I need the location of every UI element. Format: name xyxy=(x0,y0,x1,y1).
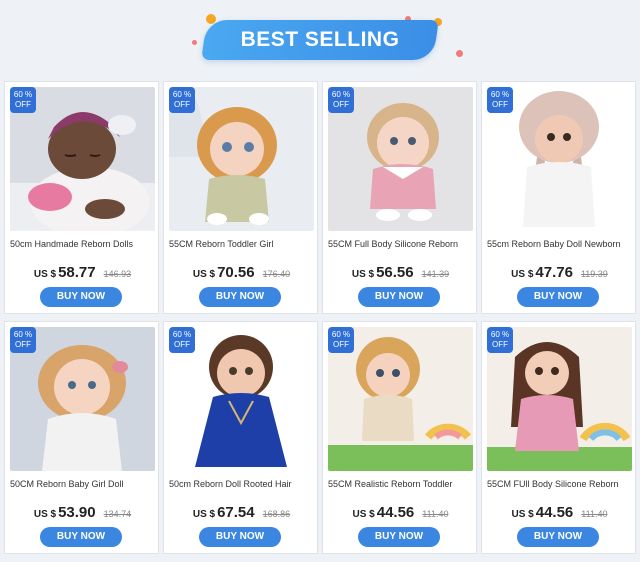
product-card[interactable]: 60 % OFF 55CM Reborn Toddler Girl US $70.… xyxy=(163,81,318,314)
product-title[interactable]: 55CM FUll Body Silicone Reborn xyxy=(487,479,635,493)
currency-label: US $ xyxy=(192,509,216,520)
product-title[interactable]: 55CM Full Body Silicone Reborn xyxy=(328,239,476,253)
decor-dot xyxy=(192,40,197,45)
price-row: US $44.56 111.40 xyxy=(482,504,637,524)
product-card[interactable]: 60 % OFF 55CM FUll Body Silicone Reborn U… xyxy=(481,321,636,554)
sale-price: 44.56 xyxy=(535,504,574,521)
product-card[interactable]: 60 % OFF 50cm Reborn Doll Rooted Hair US … xyxy=(163,321,318,554)
original-price: 176.40 xyxy=(262,269,291,279)
currency-label: US $ xyxy=(33,269,57,280)
sale-price: 67.54 xyxy=(217,504,255,521)
price-row: US $67.54 168.86 xyxy=(164,504,319,524)
sale-price: 47.76 xyxy=(535,264,573,281)
buy-now-button[interactable]: BUY NOW xyxy=(199,527,281,547)
sale-price: 70.56 xyxy=(217,264,255,281)
product-title[interactable]: 55cm Reborn Baby Doll Newborn xyxy=(487,239,635,253)
product-title[interactable]: 50cm Handmade Reborn Dolls xyxy=(10,239,158,253)
currency-label: US $ xyxy=(351,269,375,280)
original-price: 168.86 xyxy=(262,509,291,519)
discount-badge: 60 % OFF xyxy=(10,327,36,353)
buy-now-button[interactable]: BUY NOW xyxy=(358,527,440,547)
price-row: US $47.76 119.39 xyxy=(482,264,637,284)
product-card[interactable]: 60 % OFF 55cm Reborn Baby Doll Newborn US… xyxy=(481,81,636,314)
price-row: US $53.90 134.74 xyxy=(5,504,160,524)
price-row: US $44.56 111.40 xyxy=(323,504,478,524)
original-price: 146.93 xyxy=(103,269,132,279)
product-card[interactable]: 60 % OFF 50cm Handmade Reborn Dolls US $5… xyxy=(4,81,159,314)
discount-badge: 60 % OFF xyxy=(169,87,195,113)
currency-label: US $ xyxy=(352,509,375,520)
original-price: 111.40 xyxy=(581,509,608,519)
currency-label: US $ xyxy=(33,509,57,520)
discount-badge: 60 % OFF xyxy=(10,87,36,113)
currency-label: US $ xyxy=(511,269,534,280)
discount-badge: 60 % OFF xyxy=(328,87,354,113)
currency-label: US $ xyxy=(511,509,534,520)
product-card[interactable]: 60 % OFF 50CM Reborn Baby Girl Doll US $5… xyxy=(4,321,159,554)
product-title[interactable]: 55CM Realistic Reborn Toddler xyxy=(328,479,476,493)
page-title: BEST SELLING xyxy=(240,28,400,51)
sale-price: 58.77 xyxy=(58,264,96,281)
buy-now-button[interactable]: BUY NOW xyxy=(517,527,599,547)
buy-now-button[interactable]: BUY NOW xyxy=(40,527,122,547)
sale-price: 44.56 xyxy=(376,504,415,521)
original-price: 134.74 xyxy=(103,509,132,519)
buy-now-button[interactable]: BUY NOW xyxy=(199,287,281,307)
discount-badge: 60 % OFF xyxy=(169,327,195,353)
original-price: 111.40 xyxy=(422,509,449,519)
buy-now-button[interactable]: BUY NOW xyxy=(40,287,122,307)
product-grid: 60 % OFF 50cm Handmade Reborn Dolls US $5… xyxy=(4,81,636,559)
product-card[interactable]: 60 % OFF 55CM Full Body Silicone Reborn U… xyxy=(322,81,477,314)
best-selling-header: BEST SELLING xyxy=(0,0,640,76)
decor-dot xyxy=(456,50,463,57)
sale-price: 53.90 xyxy=(58,504,96,521)
discount-badge: 60 % OFF xyxy=(487,327,513,353)
product-title[interactable]: 50cm Reborn Doll Rooted Hair xyxy=(169,479,317,493)
buy-now-button[interactable]: BUY NOW xyxy=(358,287,440,307)
product-title[interactable]: 55CM Reborn Toddler Girl xyxy=(169,239,317,253)
discount-badge: 60 % OFF xyxy=(328,327,354,353)
buy-now-button[interactable]: BUY NOW xyxy=(517,287,599,307)
original-price: 141.39 xyxy=(421,269,450,279)
currency-label: US $ xyxy=(192,269,216,280)
sale-price: 56.56 xyxy=(376,264,414,281)
product-card[interactable]: 60 % OFF 55CM Realistic Reborn Toddler US… xyxy=(322,321,477,554)
price-row: US $58.77 146.93 xyxy=(5,264,160,284)
product-title[interactable]: 50CM Reborn Baby Girl Doll xyxy=(10,479,158,493)
price-row: US $56.56 141.39 xyxy=(323,264,478,284)
price-row: US $70.56 176.40 xyxy=(164,264,319,284)
original-price: 119.39 xyxy=(580,269,608,279)
discount-badge: 60 % OFF xyxy=(487,87,513,113)
